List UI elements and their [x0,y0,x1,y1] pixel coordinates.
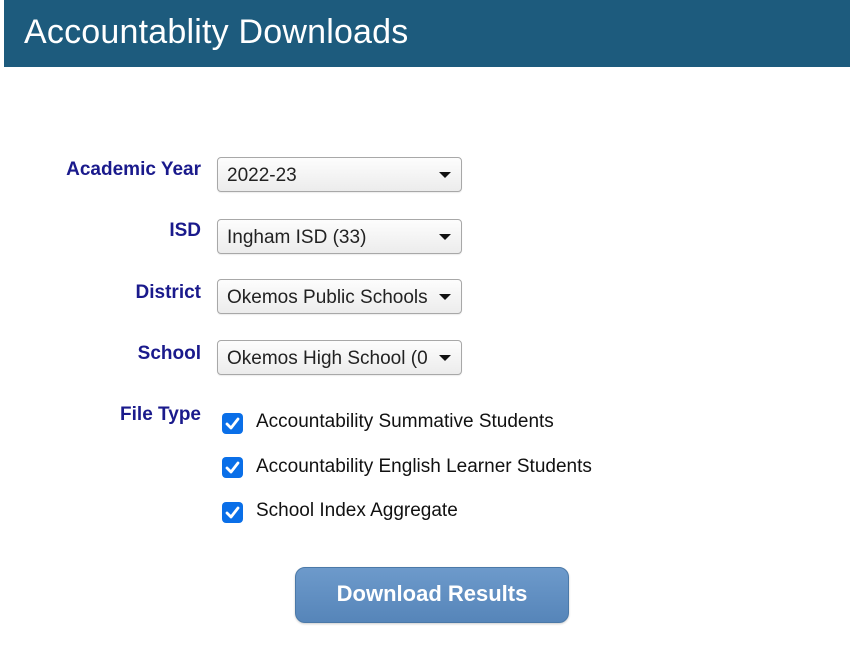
school-label: School [137,343,201,364]
chevron-down-icon [439,234,451,240]
chevron-down-icon [439,172,451,178]
checkmark-icon [225,461,240,474]
english-learner-students-checkbox[interactable] [222,457,243,478]
summative-students-label[interactable]: Accountability Summative Students [256,411,554,433]
page-header: Accountablity Downloads [4,0,850,67]
academic-year-label: Academic Year [66,159,201,180]
school-index-aggregate-label[interactable]: School Index Aggregate [256,500,458,522]
summative-students-checkbox[interactable] [222,413,243,434]
isd-select[interactable]: Ingham ISD (33) [217,219,462,254]
academic-year-select[interactable]: 2022-23 [217,157,462,192]
chevron-down-icon [439,294,451,300]
isd-value: Ingham ISD (33) [227,227,367,248]
page-title: Accountablity Downloads [24,13,409,51]
district-label: District [135,282,201,303]
chevron-down-icon [439,355,451,361]
file-type-label: File Type [120,404,201,425]
school-index-aggregate-checkbox[interactable] [222,502,243,523]
checkmark-icon [225,417,240,430]
district-select[interactable]: Okemos Public Schools [217,279,462,314]
checkmark-icon [225,506,240,519]
school-value: Okemos High School (0 [227,348,428,369]
isd-label: ISD [169,220,201,241]
download-results-button[interactable]: Download Results [295,567,569,623]
school-select[interactable]: Okemos High School (0 [217,340,462,375]
academic-year-value: 2022-23 [227,165,297,186]
district-value: Okemos Public Schools [227,287,428,308]
english-learner-students-label[interactable]: Accountability English Learner Students [256,456,592,478]
